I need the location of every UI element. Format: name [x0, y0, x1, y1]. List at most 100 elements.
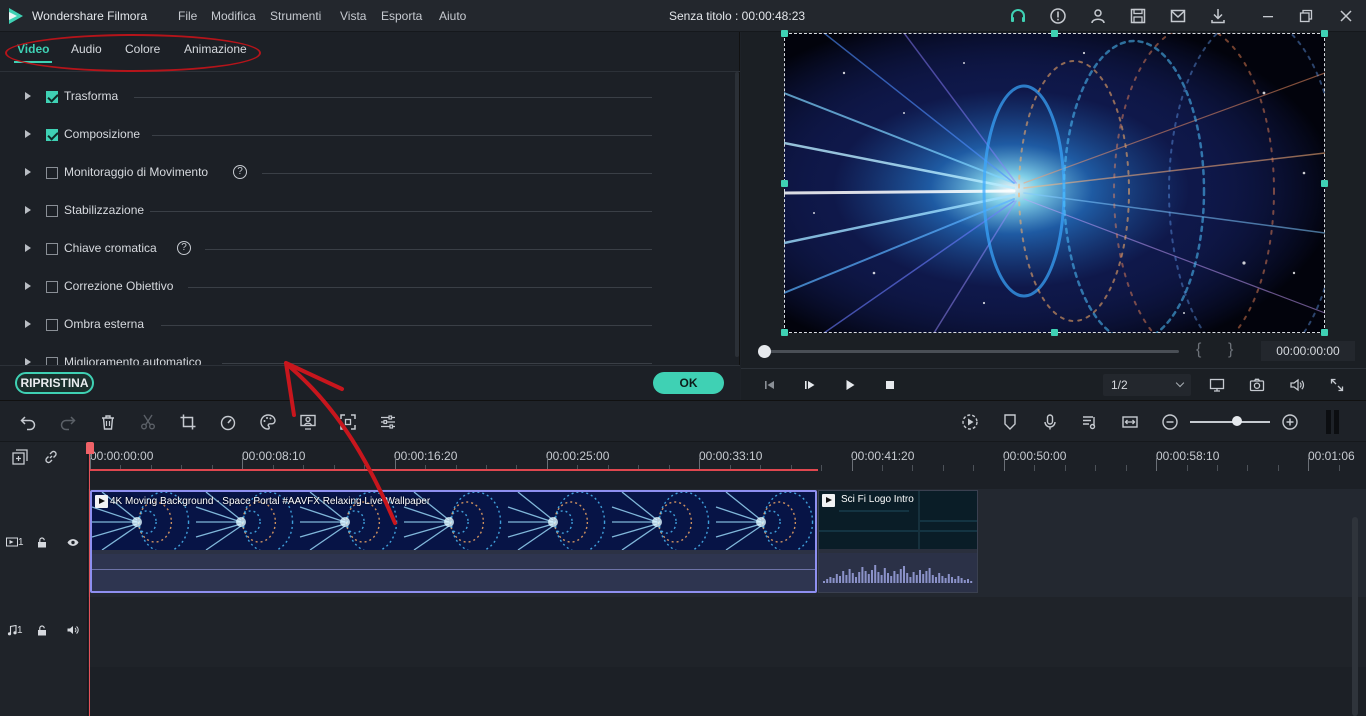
checkbox-correzione-obiettivo[interactable]	[46, 281, 58, 293]
reset-button[interactable]: RIPRISTINA	[15, 372, 94, 394]
prop-trasforma[interactable]: Trasforma	[0, 83, 700, 113]
expand-arrow-icon[interactable]	[25, 244, 31, 252]
menu-file[interactable]: File	[178, 9, 197, 23]
resize-handle[interactable]	[1051, 30, 1058, 37]
timeline-pause-icon[interactable]	[1326, 410, 1340, 434]
prop-stabilizzazione[interactable]: Stabilizzazione	[0, 197, 700, 227]
marker-icon[interactable]	[1001, 413, 1019, 431]
expand-arrow-icon[interactable]	[25, 168, 31, 176]
download-icon[interactable]	[1209, 7, 1227, 25]
menu-strumenti[interactable]: Strumenti	[270, 9, 321, 23]
save-icon[interactable]	[1129, 7, 1147, 25]
audio-waveform	[823, 565, 973, 583]
lock-icon[interactable]	[37, 625, 47, 636]
expand-arrow-icon[interactable]	[25, 92, 31, 100]
help-icon[interactable]: ?	[177, 241, 191, 255]
expand-arrow-icon[interactable]	[25, 130, 31, 138]
preview-scrubber[interactable]	[764, 350, 1179, 353]
lock-icon[interactable]	[37, 537, 47, 548]
play-from-icon[interactable]	[802, 377, 818, 393]
resize-handle[interactable]	[781, 30, 788, 37]
playhead-line[interactable]	[89, 442, 90, 716]
restore-icon[interactable]	[1297, 7, 1315, 25]
display-icon[interactable]	[1209, 377, 1225, 393]
speed-icon[interactable]	[219, 413, 237, 431]
help-icon[interactable]: ?	[233, 165, 247, 179]
eye-icon[interactable]	[67, 538, 79, 547]
preview-quality-select[interactable]: 1/2	[1103, 374, 1191, 396]
mark-out-button[interactable]: }	[1228, 341, 1233, 359]
minimize-icon[interactable]	[1259, 7, 1277, 25]
prop-label: Correzione Obiettivo	[64, 279, 174, 293]
expand-arrow-icon[interactable]	[25, 358, 31, 365]
headset-icon[interactable]	[1009, 7, 1027, 25]
checkbox-trasforma[interactable]	[46, 91, 58, 103]
expand-arrow-icon[interactable]	[25, 206, 31, 214]
add-track-icon[interactable]	[11, 448, 29, 466]
checkbox-ombra-esterna[interactable]	[46, 319, 58, 331]
checkbox-composizione[interactable]	[46, 129, 58, 141]
video-clip-sci-fi-logo[interactable]: Sci Fi Logo Intro	[818, 490, 978, 593]
audio-track[interactable]	[88, 597, 1366, 667]
prop-correzione-obiettivo[interactable]: Correzione Obiettivo	[0, 273, 700, 303]
delete-icon[interactable]	[99, 413, 117, 431]
checkbox-miglioramento[interactable]	[46, 357, 58, 365]
crop-icon[interactable]	[179, 413, 197, 431]
expand-icon[interactable]	[1329, 377, 1345, 393]
info-icon[interactable]	[1049, 7, 1067, 25]
waveform-bar	[858, 572, 861, 583]
menu-esporta[interactable]: Esporta	[381, 9, 422, 23]
zoom-out-icon[interactable]	[1161, 413, 1179, 431]
transform-selection-box[interactable]	[784, 33, 1325, 333]
ruler-minor-tick	[1277, 465, 1279, 471]
snapshot-icon[interactable]	[1249, 377, 1265, 393]
checkbox-monitoraggio[interactable]	[46, 167, 58, 179]
checkbox-stabilizzazione[interactable]	[46, 205, 58, 217]
zoom-in-icon[interactable]	[1281, 413, 1299, 431]
prop-ombra-esterna[interactable]: Ombra esterna	[0, 311, 700, 341]
resize-handle[interactable]	[1321, 180, 1328, 187]
prop-composizione[interactable]: Composizione	[0, 121, 700, 151]
timeline-scrollbar[interactable]	[1352, 517, 1358, 716]
resize-handle[interactable]	[1321, 30, 1328, 37]
stop-icon[interactable]	[882, 377, 898, 393]
audio-mixer-icon[interactable]	[1081, 413, 1099, 431]
menu-vista[interactable]: Vista	[340, 9, 366, 23]
speaker-icon[interactable]	[67, 625, 79, 635]
play-icon[interactable]	[842, 377, 858, 393]
menu-modifica[interactable]: Modifica	[211, 9, 256, 23]
close-icon[interactable]	[1337, 7, 1355, 25]
track-headers: 1 1	[0, 442, 88, 716]
mail-icon[interactable]	[1169, 7, 1187, 25]
ok-button[interactable]: OK	[653, 372, 724, 394]
mark-in-button[interactable]: {	[1196, 341, 1201, 359]
link-icon[interactable]	[42, 448, 60, 466]
expand-arrow-icon[interactable]	[25, 282, 31, 290]
zoom-slider-knob[interactable]	[1232, 416, 1242, 426]
scissors-icon[interactable]	[139, 413, 157, 431]
zoom-slider[interactable]	[1190, 421, 1270, 423]
render-icon[interactable]	[961, 413, 979, 431]
resize-handle[interactable]	[1321, 329, 1328, 336]
prop-chiave-cromatica[interactable]: Chiave cromatica ?	[0, 235, 700, 265]
video-clip-space-portal[interactable]: 4K Moving Background - Space Portal #AAV…	[90, 490, 817, 593]
ruler-minor-tick	[1247, 465, 1249, 471]
redo-icon[interactable]	[59, 413, 77, 431]
waveform-bar	[848, 569, 851, 583]
resize-handle[interactable]	[781, 180, 788, 187]
prev-frame-icon[interactable]	[762, 377, 778, 393]
fit-icon[interactable]	[1121, 413, 1139, 431]
resize-handle[interactable]	[781, 329, 788, 336]
menu-aiuto[interactable]: Aiuto	[439, 9, 466, 23]
resize-handle[interactable]	[1051, 329, 1058, 336]
scrubber-knob[interactable]	[758, 345, 771, 358]
playhead-handle[interactable]	[86, 442, 94, 454]
checkbox-chiave-cromatica[interactable]	[46, 243, 58, 255]
microphone-icon[interactable]	[1041, 413, 1059, 431]
expand-arrow-icon[interactable]	[25, 320, 31, 328]
volume-icon[interactable]	[1289, 377, 1305, 393]
panel-scrollbar[interactable]	[735, 72, 739, 357]
undo-icon[interactable]	[19, 413, 37, 431]
prop-monitoraggio[interactable]: Monitoraggio di Movimento ?	[0, 159, 700, 189]
user-icon[interactable]	[1089, 7, 1107, 25]
